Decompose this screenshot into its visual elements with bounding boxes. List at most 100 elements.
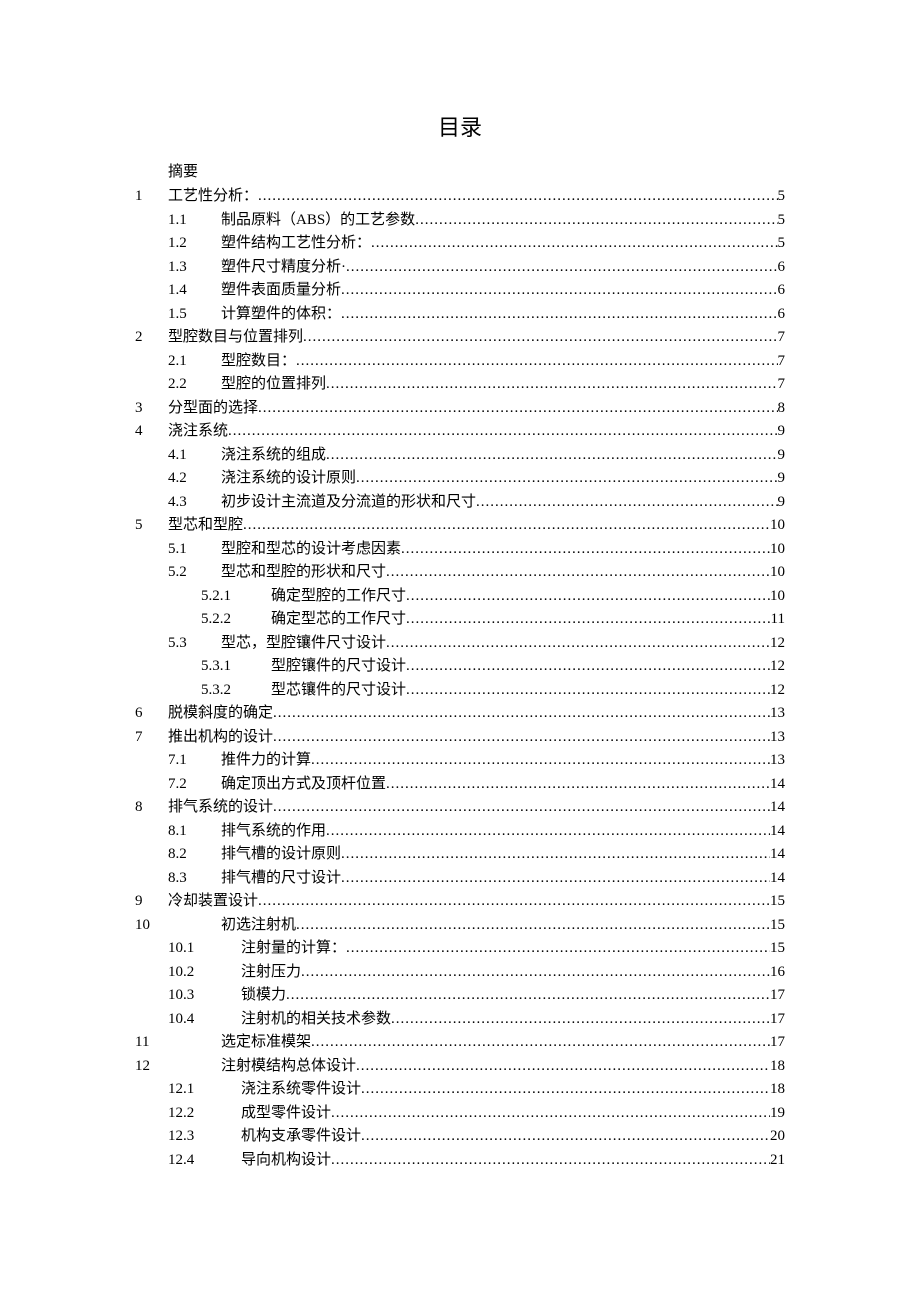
entry-number: 12.3: [168, 1125, 241, 1149]
entry-page: 5: [778, 185, 786, 209]
toc-entry: 1.4塑件表面质量分析6: [135, 279, 785, 303]
dot-leader: [406, 655, 770, 679]
toc-entry: 1.2塑件结构工艺性分析：5: [135, 232, 785, 256]
entry-page: 10: [770, 585, 785, 609]
entry-number: 5.3.1: [201, 655, 271, 679]
toc-entry: 2型腔数目与位置排列7: [135, 326, 785, 350]
entry-number: 8.2: [168, 843, 221, 867]
entry-page: 10: [770, 538, 785, 562]
entry-text: 排气系统的设计: [168, 796, 273, 820]
entry-number: 11: [135, 1031, 168, 1055]
entry-page: 14: [770, 796, 785, 820]
toc-entry: 4.1浇注系统的组成9: [135, 444, 785, 468]
entry-text: 排气系统的作用: [221, 820, 326, 844]
toc-entry: 5型芯和型腔10: [135, 514, 785, 538]
entry-text: 推件力的计算: [221, 749, 311, 773]
entry-text: 型腔的位置排列: [221, 373, 326, 397]
entry-number: 1.4: [168, 279, 221, 303]
dot-leader: [273, 796, 770, 820]
toc-entry: 11 选定标准模架 17: [135, 1031, 785, 1055]
entry-text: 计算塑件的体积：: [221, 303, 341, 327]
entry-text: 塑件结构工艺性分析：: [221, 232, 371, 256]
entry-page: 10: [770, 561, 785, 585]
entry-page: 15: [770, 890, 785, 914]
dot-leader: [258, 397, 777, 421]
entry-number: 4.2: [168, 467, 221, 491]
dot-leader: [361, 1078, 770, 1102]
entry-text: 成型零件设计: [241, 1102, 331, 1126]
entry-number: 10.3: [168, 984, 241, 1008]
dot-leader: [243, 514, 770, 538]
entry-number: 9: [135, 890, 168, 914]
entry-page: 18: [770, 1078, 785, 1102]
entry-page: 14: [770, 843, 785, 867]
toc-entry: 12.1浇注系统零件设计18: [135, 1078, 785, 1102]
entry-page: 13: [770, 726, 785, 750]
entry-page: 12: [770, 655, 785, 679]
entry-text: 分型面的选择: [168, 397, 258, 421]
toc-entry: 12注射模结构总体设计18: [135, 1055, 785, 1079]
entry-page: 17: [770, 1008, 785, 1032]
dot-leader: [341, 843, 770, 867]
dot-leader: [361, 1125, 770, 1149]
dot-leader: [311, 749, 770, 773]
entry-page: 12: [770, 632, 785, 656]
entry-page: 17: [770, 1031, 785, 1055]
entry-page: 11: [771, 608, 785, 632]
entry-page: 13: [770, 749, 785, 773]
entry-number: 5: [135, 514, 168, 538]
entry-text: 选定标准模架: [221, 1031, 311, 1055]
entry-number: 10.2: [168, 961, 241, 985]
entry-text: 注射模结构总体设计: [221, 1055, 356, 1079]
dot-leader: [273, 702, 770, 726]
dot-leader: [228, 420, 777, 444]
dot-leader: [346, 256, 778, 280]
entry-text: 初步设计主流道及分流道的形状和尺寸: [221, 491, 476, 515]
toc-entry: 10.4注射机的相关技术参数17: [135, 1008, 785, 1032]
dot-leader: [386, 561, 770, 585]
entry-number: 5.1: [168, 538, 221, 562]
entry-page: 7: [778, 373, 786, 397]
toc-entry: 5.2.2确定型芯的工作尺寸11: [135, 608, 785, 632]
entry-number: 4.1: [168, 444, 221, 468]
entry-number: 10: [135, 914, 168, 938]
entry-text: 注射量的计算：: [241, 937, 346, 961]
dot-leader: [326, 444, 777, 468]
entry-page: 14: [770, 867, 785, 891]
dot-leader: [286, 984, 770, 1008]
toc-entry: 10.3锁模力17: [135, 984, 785, 1008]
entry-number: 5.3.2: [201, 679, 271, 703]
entry-page: 9: [778, 420, 786, 444]
entry-page: 20: [770, 1125, 785, 1149]
dot-leader: [301, 961, 770, 985]
entry-text: 工艺性分析：: [168, 185, 258, 209]
dot-leader: [346, 937, 770, 961]
entry-number: 2.1: [168, 350, 221, 374]
entry-page: 21: [770, 1149, 785, 1173]
entry-number: 7.2: [168, 773, 221, 797]
entry-text: 型腔和型芯的设计考虑因素: [221, 538, 401, 562]
entry-number: 4: [135, 420, 168, 444]
entry-page: 19: [770, 1102, 785, 1126]
dot-leader: [258, 890, 770, 914]
toc-entry: 7.2确定顶出方式及顶杆位置14: [135, 773, 785, 797]
dot-leader: [341, 279, 777, 303]
entry-text: 浇注系统的设计原则: [221, 467, 356, 491]
dot-leader: [356, 467, 777, 491]
entry-text: 型腔数目与位置排列: [168, 326, 303, 350]
entry-page: 6: [778, 303, 786, 327]
entry-page: 17: [770, 984, 785, 1008]
dot-leader: [326, 820, 770, 844]
entry-number: 12.4: [168, 1149, 241, 1173]
dot-leader: [356, 1055, 770, 1079]
dot-leader: [331, 1149, 770, 1173]
toc-entry: 12.3机构支承零件设计20: [135, 1125, 785, 1149]
entry-number: 12.2: [168, 1102, 241, 1126]
dot-leader: [401, 538, 770, 562]
dot-leader: [296, 350, 777, 374]
entry-text: 确定型腔的工作尺寸: [271, 585, 406, 609]
entry-text: 初选注射机: [221, 914, 296, 938]
entry-number: 5.2.1: [201, 585, 271, 609]
dot-leader: [326, 373, 777, 397]
toc-entry: 4浇注系统9: [135, 420, 785, 444]
